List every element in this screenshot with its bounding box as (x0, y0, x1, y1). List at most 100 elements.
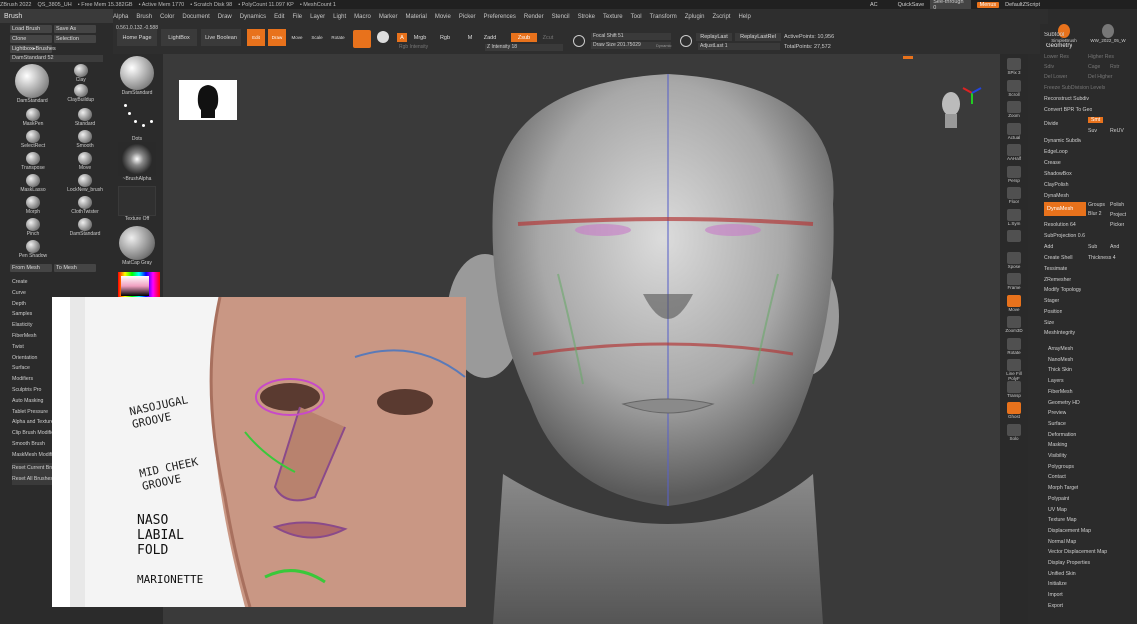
geometry-row[interactable]: Higher Res (1088, 54, 1114, 60)
dynamic-row[interactable]: Dynamic Subdiv (1044, 138, 1081, 144)
shelf-button[interactable]: Line Fill PolyF (1004, 359, 1024, 381)
brush-section-item[interactable]: Create (12, 277, 54, 288)
tool-section[interactable]: UV Map (1048, 507, 1067, 513)
rgb-intensity-slider[interactable]: Rgb Intensity (399, 44, 428, 50)
blur-slider[interactable]: Blur 2 (1088, 211, 1102, 217)
load-brush-button[interactable]: Load Brush (10, 25, 52, 33)
selection-button[interactable]: SelectIon (54, 35, 96, 43)
tool-section[interactable]: Normal Map (1048, 539, 1076, 545)
shelf-button[interactable]: SPix 3 (1004, 58, 1024, 75)
reset-current-brush[interactable]: Reset Current Brush (12, 463, 54, 474)
brush-item[interactable]: Pinch (12, 218, 54, 238)
gradient-icon[interactable] (377, 31, 389, 43)
brush-section-item[interactable]: Modifiers (12, 374, 54, 385)
sub-button[interactable]: Sub (1088, 244, 1097, 250)
brush-item[interactable]: Transpose (12, 152, 54, 172)
tool-section[interactable]: Deformation (1048, 432, 1076, 438)
tool-section[interactable]: Displacement Map (1048, 528, 1091, 534)
geometry-row[interactable]: Sdiv (1044, 64, 1054, 70)
shelf-button[interactable]: Persp (1004, 165, 1024, 183)
menu-color[interactable]: Color (160, 14, 174, 20)
tool-section[interactable]: Geometry HD (1048, 400, 1080, 406)
brush-section-item[interactable]: Auto Masking (12, 396, 54, 407)
menu-preferences[interactable]: Preferences (484, 14, 516, 20)
shelf-button[interactable] (1004, 230, 1024, 242)
replay-last-rel-button[interactable]: ReplayLastRel (735, 33, 781, 41)
damstandard-slider[interactable]: DamStandard 52 (10, 55, 103, 62)
ac-label[interactable]: AC (870, 2, 878, 8)
geometry-section[interactable]: Geometry (1046, 43, 1072, 49)
menu-marker[interactable]: Marker (379, 14, 398, 20)
brush-section-item[interactable]: Smooth Brush (12, 439, 54, 450)
subprojection-slider[interactable]: SubProjection 0.6 (1044, 233, 1085, 239)
brush-item[interactable]: DamStandard (64, 218, 106, 238)
tool-section[interactable]: Preview (1048, 410, 1066, 416)
geometry-more-row[interactable]: Modify Topology (1044, 287, 1081, 293)
edit-button[interactable]: Edit (247, 29, 265, 46)
dynamic-row[interactable]: DynaMesh (1044, 193, 1069, 199)
texture-preview[interactable]: Texture Off (118, 186, 156, 222)
tool-section[interactable]: Visibility (1048, 453, 1067, 459)
shelf-button[interactable]: Solo (1004, 423, 1024, 441)
geometry-more-row[interactable]: MeshIntegrity (1044, 330, 1075, 336)
subtool-section[interactable]: Subtool (1044, 32, 1064, 38)
menu-tool[interactable]: Tool (631, 14, 642, 20)
geometry-row[interactable]: ReUV (1110, 128, 1124, 134)
brush-section-item[interactable]: Sculptris Pro (12, 385, 54, 396)
brush-section-item[interactable]: MaskMesh Modifiers (12, 450, 54, 461)
brush-item[interactable]: Move (64, 152, 106, 172)
shelf-button[interactable]: Zoom (1004, 101, 1024, 118)
shelf-button[interactable]: AAHalf (1004, 144, 1024, 161)
shelf-button[interactable]: Transp (1004, 380, 1024, 398)
geometry-row[interactable]: Convert BPR To Geo (1044, 107, 1092, 113)
brush-item[interactable]: MaskLasso (12, 174, 54, 194)
tool-section[interactable]: ArrayMesh (1048, 346, 1073, 352)
menu-render[interactable]: Render (524, 14, 544, 20)
brush-palette-header[interactable]: Brush (0, 9, 113, 23)
draw-button[interactable]: Draw (268, 29, 286, 46)
zadd-button[interactable]: Zadd (481, 33, 499, 42)
menu-layer[interactable]: Layer (310, 14, 325, 20)
material-sphere-icon[interactable] (353, 30, 371, 48)
move-button[interactable]: Move (289, 29, 305, 46)
brush-section-item[interactable]: Tablet Pressure (12, 407, 54, 418)
brush-section-item[interactable]: Clip Brush Modifiers (12, 428, 54, 439)
polish-toggle[interactable]: Polish (1110, 202, 1124, 208)
alpha-preview[interactable]: ~BrushAlpha (118, 142, 156, 182)
brush-section-item[interactable]: FiberMesh (12, 331, 54, 342)
brush-section-item[interactable]: Elasticity (12, 320, 54, 331)
geometry-row[interactable]: Freeze SubDivision Levels (1044, 85, 1105, 91)
menu-brush[interactable]: Brush (136, 14, 152, 20)
geometry-row[interactable]: Smt (1088, 117, 1104, 123)
dynamic-toggle[interactable]: Dynamic (656, 43, 672, 48)
tool-section[interactable]: Surface (1048, 421, 1066, 427)
tool-section[interactable]: Thick Skin (1048, 367, 1072, 373)
shelf-button[interactable]: Rotate (1004, 337, 1024, 355)
menu-zplugin[interactable]: Zplugin (685, 14, 705, 20)
create-shell-button[interactable]: Create Shell (1044, 255, 1073, 261)
dynamic-row[interactable]: ClayPolish (1044, 182, 1069, 188)
geometry-row[interactable]: Reconstruct Subdiv (1044, 96, 1089, 102)
geometry-more-row[interactable]: Position (1044, 309, 1062, 315)
shelf-button[interactable]: Ghost (1004, 402, 1024, 419)
geometry-row[interactable]: Suv (1088, 128, 1097, 134)
thickness-slider[interactable]: Thickness 4 (1088, 255, 1116, 261)
shelf-button[interactable]: Actual (1004, 122, 1024, 140)
resolution-slider[interactable]: Resolution 64 (1044, 222, 1076, 228)
rgb-button[interactable]: Rgb (439, 33, 451, 42)
menu-material[interactable]: Material (406, 14, 427, 20)
brush-item[interactable]: SelectRect (12, 130, 54, 150)
tool-section[interactable]: Polygroups (1048, 464, 1074, 470)
brush-section-item[interactable]: Orientation (12, 353, 54, 364)
brush-damstandard-big[interactable]: DamStandard (12, 64, 53, 104)
shelf-button[interactable]: Xpose (1004, 251, 1024, 269)
tool-section[interactable]: Export (1048, 603, 1063, 609)
tool-section[interactable]: Initialize (1048, 581, 1067, 587)
tool-section[interactable]: Unified Skin (1048, 571, 1076, 577)
from-mesh-button[interactable]: From Mesh (10, 264, 52, 272)
stroke-preview[interactable]: Dots (118, 100, 156, 142)
reset-all-brushes[interactable]: Reset All Brushes (12, 473, 54, 485)
simplebrush-thumb[interactable]: SimpleBrush (1044, 24, 1084, 54)
tool-section[interactable]: Contact (1048, 474, 1066, 480)
picker-button[interactable]: Picker (1110, 222, 1124, 228)
